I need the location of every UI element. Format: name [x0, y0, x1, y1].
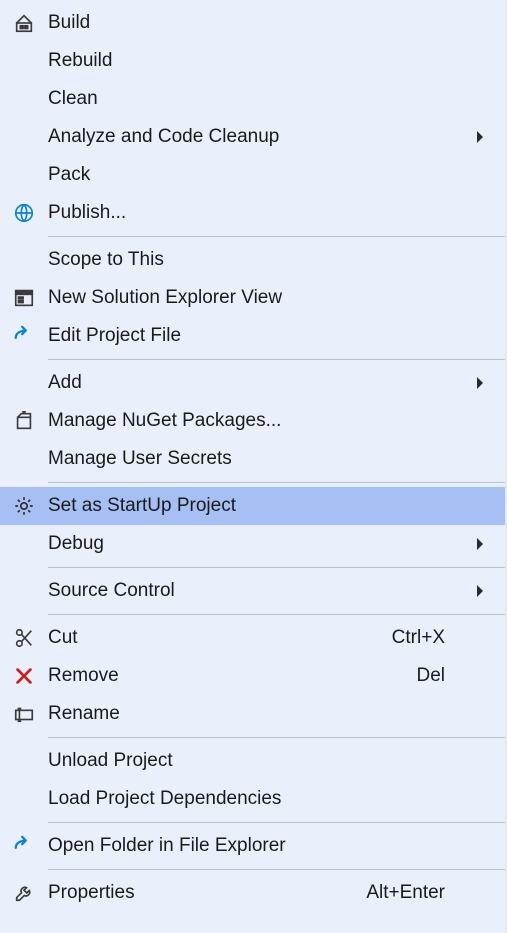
- submenu-arrow-icon: [465, 584, 495, 598]
- menu-separator: [0, 733, 505, 742]
- solution-explorer-icon: [0, 287, 48, 309]
- menu-item-unload-project[interactable]: Unload Project: [0, 742, 505, 780]
- menu-item-source-control[interactable]: Source Control: [0, 572, 505, 610]
- menu-item-label: New Solution Explorer View: [48, 287, 465, 309]
- menu-item-label: Debug: [48, 533, 465, 555]
- menu-item-build[interactable]: Build: [0, 4, 505, 42]
- menu-item-rebuild[interactable]: Rebuild: [0, 42, 505, 80]
- menu-item-shortcut: Del: [416, 665, 465, 687]
- menu-item-label: Open Folder in File Explorer: [48, 835, 465, 857]
- menu-item-properties[interactable]: PropertiesAlt+Enter: [0, 874, 505, 912]
- menu-item-edit-project-file[interactable]: Edit Project File: [0, 317, 505, 355]
- menu-item-set-startup-project[interactable]: Set as StartUp Project: [0, 487, 505, 525]
- menu-separator: [0, 232, 505, 241]
- menu-item-remove[interactable]: RemoveDel: [0, 657, 505, 695]
- gear-icon: [0, 495, 48, 517]
- menu-item-shortcut: Ctrl+X: [392, 627, 465, 649]
- menu-item-label: Publish...: [48, 202, 465, 224]
- rename-icon: [0, 703, 48, 725]
- menu-item-cut[interactable]: CutCtrl+X: [0, 619, 505, 657]
- menu-item-label: Source Control: [48, 580, 465, 602]
- menu-item-load-project-deps[interactable]: Load Project Dependencies: [0, 780, 505, 818]
- menu-item-publish[interactable]: Publish...: [0, 194, 505, 232]
- open-folder-arrow-icon: [0, 835, 48, 857]
- menu-item-rename[interactable]: Rename: [0, 695, 505, 733]
- menu-item-label: Manage NuGet Packages...: [48, 410, 465, 432]
- menu-item-label: Remove: [48, 665, 416, 687]
- menu-item-label: Analyze and Code Cleanup: [48, 126, 465, 148]
- menu-separator: [0, 478, 505, 487]
- menu-item-label: Clean: [48, 88, 465, 110]
- build-icon: [0, 12, 48, 34]
- menu-item-label: Set as StartUp Project: [48, 495, 465, 517]
- menu-separator: [0, 818, 505, 827]
- wrench-icon: [0, 882, 48, 904]
- menu-item-manage-user-secrets[interactable]: Manage User Secrets: [0, 440, 505, 478]
- menu-item-manage-nuget[interactable]: Manage NuGet Packages...: [0, 402, 505, 440]
- menu-item-scope-to-this[interactable]: Scope to This: [0, 241, 505, 279]
- menu-separator: [0, 865, 505, 874]
- menu-item-label: Rebuild: [48, 50, 465, 72]
- menu-item-label: Cut: [48, 627, 392, 649]
- menu-item-label: Properties: [48, 882, 366, 904]
- menu-separator: [0, 610, 505, 619]
- submenu-arrow-icon: [465, 537, 495, 551]
- menu-item-label: Unload Project: [48, 750, 465, 772]
- edit-arrow-icon: [0, 325, 48, 347]
- menu-item-new-solution-explorer[interactable]: New Solution Explorer View: [0, 279, 505, 317]
- menu-item-add[interactable]: Add: [0, 364, 505, 402]
- nuget-icon: [0, 410, 48, 432]
- submenu-arrow-icon: [465, 376, 495, 390]
- publish-icon: [0, 202, 48, 224]
- menu-item-label: Scope to This: [48, 249, 465, 271]
- menu-separator: [0, 563, 505, 572]
- menu-separator: [0, 355, 505, 364]
- menu-item-label: Build: [48, 12, 465, 34]
- project-context-menu: Build Rebuild Clean Analyze and Code Cleanu…: [0, 0, 507, 933]
- menu-item-debug[interactable]: Debug: [0, 525, 505, 563]
- menu-item-clean[interactable]: Clean: [0, 80, 505, 118]
- menu-item-label: Edit Project File: [48, 325, 465, 347]
- menu-item-label: Add: [48, 372, 465, 394]
- menu-item-label: Pack: [48, 164, 465, 186]
- remove-x-icon: [0, 665, 48, 687]
- menu-item-label: Rename: [48, 703, 465, 725]
- menu-item-pack[interactable]: Pack: [0, 156, 505, 194]
- menu-item-label: Load Project Dependencies: [48, 788, 465, 810]
- menu-item-analyze-cleanup[interactable]: Analyze and Code Cleanup: [0, 118, 505, 156]
- menu-item-label: Manage User Secrets: [48, 448, 465, 470]
- menu-item-shortcut: Alt+Enter: [366, 882, 465, 904]
- scissors-icon: [0, 627, 48, 649]
- submenu-arrow-icon: [465, 130, 495, 144]
- menu-item-open-folder-explorer[interactable]: Open Folder in File Explorer: [0, 827, 505, 865]
